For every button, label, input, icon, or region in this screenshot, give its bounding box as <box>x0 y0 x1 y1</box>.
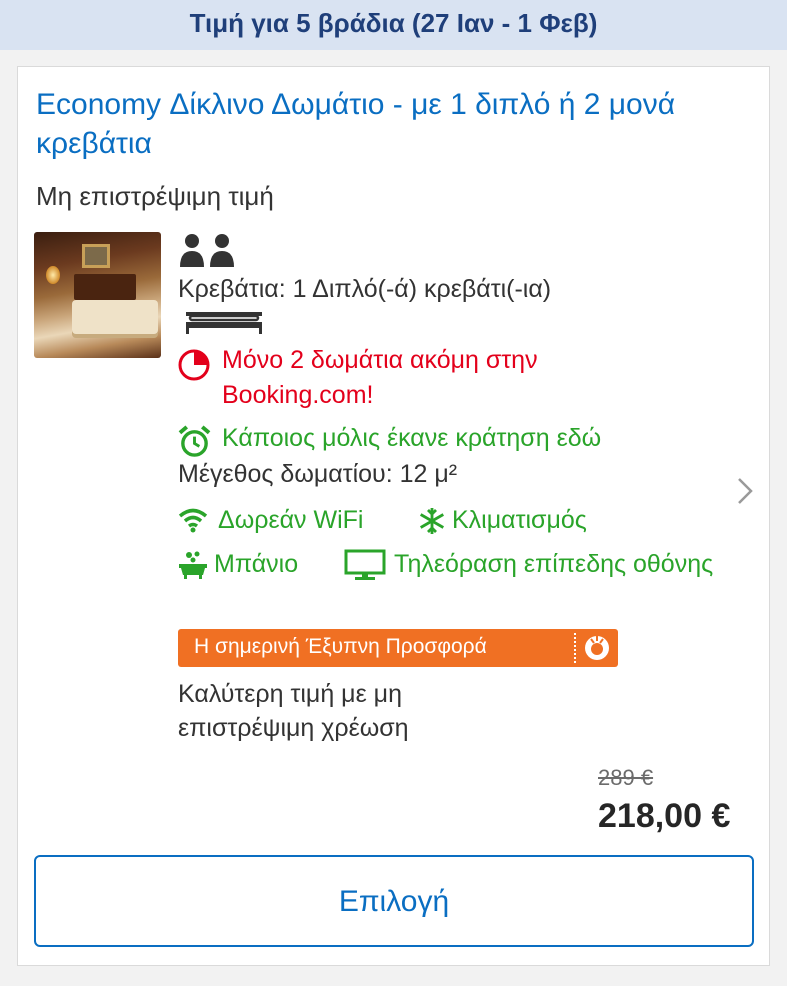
facility-ac-label: Κλιματισμός <box>452 506 587 534</box>
people-icon <box>180 234 234 267</box>
facility-bath-label: Μπάνιο <box>214 550 299 578</box>
smart-deal-label: Η σημερινή Έξυπνη Προσφορά <box>194 635 487 658</box>
select-button[interactable]: Επιλογή <box>34 855 754 947</box>
room-card[interactable]: Economy Δίκλινο Δωμάτιο - με 1 διπλό ή 2… <box>17 66 770 966</box>
beds-label: Κρεβάτια: 1 Διπλό(-ά) κρεβάτι(-ια) <box>178 275 552 303</box>
chevron-right-icon[interactable] <box>736 475 754 507</box>
best-price-note: Καλύτερη τιμή με μη επιστρέψιμη χρέωση <box>178 680 409 742</box>
current-price: 218,00 € <box>598 797 731 835</box>
select-button-label: Επιλογή <box>338 885 450 918</box>
tv-icon <box>344 549 386 580</box>
deal-badge-icon <box>585 636 609 660</box>
bed-icon <box>186 312 262 335</box>
alarm-clock-icon <box>178 425 211 457</box>
facility-wifi-label: Δωρεάν WiFi <box>218 506 364 534</box>
snowflake-icon <box>420 508 444 534</box>
price-banner: Τιμή για 5 βράδια (27 Ιαν - 1 Φεβ) <box>0 0 787 50</box>
room-title[interactable]: Economy Δίκλινο Δωμάτιο - με 1 διπλό ή 2… <box>36 85 736 163</box>
price-for-nights: Τιμή για 5 βράδια (27 Ιαν - 1 Φεβ) <box>189 8 598 38</box>
smart-deal-badge: Η σημερινή Έξυπνη Προσφορά <box>178 629 618 667</box>
facility-tv-label: Τηλεόραση επίπεδης οθόνης <box>394 550 714 578</box>
room-photo[interactable] <box>34 232 161 358</box>
clock-icon <box>178 349 210 381</box>
wifi-icon <box>178 508 208 533</box>
beds-info: Κρεβάτια: 1 Διπλό(-ά) κρεβάτι(-ια) <box>178 273 638 339</box>
bath-icon <box>179 551 207 579</box>
rate-policy: Μη επιστρέψιμη τιμή <box>36 181 274 211</box>
original-price: 289 € <box>598 765 654 790</box>
recent-booking-text: Κάποιος μόλις έκανε κράτηση εδώ <box>222 424 602 452</box>
room-size: Μέγεθος δωματίου: 12 μ² <box>178 460 458 488</box>
scarcity-text: Μόνο 2 δωμάτια ακόμη στην Booking.com! <box>222 346 538 409</box>
